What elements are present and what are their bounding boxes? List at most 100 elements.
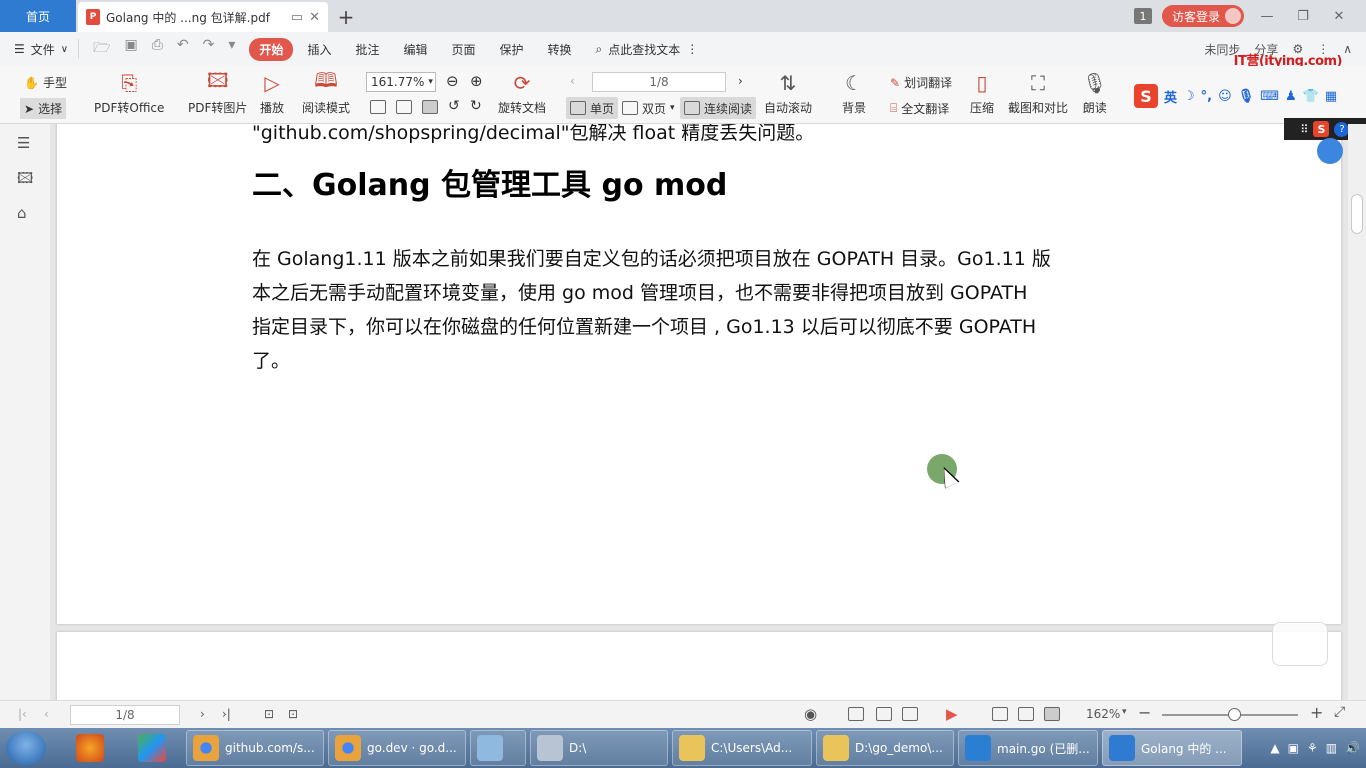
- guest-login-button[interactable]: 访客登录: [1161, 5, 1244, 27]
- zoom-out-icon[interactable]: ⊖: [446, 72, 459, 90]
- sogou-logo-icon[interactable]: S: [1134, 84, 1158, 108]
- taskbar-item[interactable]: go.dev · go.d...: [328, 730, 466, 766]
- first-page-icon[interactable]: |‹: [18, 707, 27, 721]
- tray-app-icon[interactable]: ▣: [1288, 741, 1299, 755]
- status-page-input[interactable]: 1/8: [70, 705, 180, 725]
- chevron-down-icon[interactable]: ▾: [1122, 707, 1127, 717]
- prev-page-icon[interactable]: ‹: [570, 74, 575, 88]
- tab-start[interactable]: 开始: [249, 37, 294, 61]
- next-page-icon[interactable]: ›: [738, 74, 743, 88]
- collapse-ribbon-icon[interactable]: ∧: [1343, 42, 1352, 56]
- customize-icon[interactable]: ▾: [228, 37, 235, 61]
- fit-width-icon[interactable]: [1044, 707, 1060, 724]
- zoom-in-icon[interactable]: ⊕: [470, 72, 483, 90]
- fit-page-icon[interactable]: [1018, 707, 1034, 724]
- tab-home[interactable]: 首页: [0, 0, 76, 32]
- zoom-in-icon[interactable]: +: [1310, 703, 1323, 722]
- user-icon[interactable]: ♟: [1285, 89, 1297, 104]
- pdf-to-image-button[interactable]: 🖾 PDF转图片: [188, 68, 247, 116]
- voice-icon[interactable]: 🎙: [1238, 89, 1255, 104]
- tab-protect[interactable]: 保护: [490, 38, 534, 61]
- play-button[interactable]: ▷ 播放: [260, 70, 284, 116]
- volume-icon[interactable]: 🔊: [1345, 741, 1360, 755]
- last-page-icon[interactable]: ›|: [222, 707, 231, 721]
- rotate-document-button[interactable]: ⟳ 旋转文档: [498, 70, 546, 116]
- tab-convert[interactable]: 转换: [538, 38, 582, 61]
- tab-annotate[interactable]: 批注: [345, 38, 389, 61]
- tab-edit[interactable]: 编辑: [393, 38, 437, 61]
- tab-insert[interactable]: 插入: [297, 38, 341, 61]
- compress-button[interactable]: ▯ 压缩: [970, 70, 994, 116]
- single-view-icon[interactable]: [848, 707, 864, 724]
- forward-view-icon[interactable]: ⊡: [288, 707, 298, 721]
- scrollbar-thumb[interactable]: [1351, 194, 1363, 234]
- redo-icon[interactable]: ↷: [203, 37, 215, 61]
- next-page-icon[interactable]: ›: [200, 707, 205, 721]
- restore-button[interactable]: ❐: [1290, 9, 1316, 24]
- skin-icon[interactable]: 👕: [1303, 89, 1319, 104]
- screenshot-compare-button[interactable]: ⛶ 截图和对比: [1008, 70, 1068, 116]
- fullscreen-icon[interactable]: ⤢: [1334, 704, 1345, 720]
- tab-page[interactable]: 页面: [441, 38, 485, 61]
- select-tool-button[interactable]: ➤ 选择: [20, 98, 67, 119]
- prev-page-icon[interactable]: ‹: [44, 707, 49, 721]
- keyboard-icon[interactable]: ⌨: [1260, 89, 1279, 104]
- network-icon[interactable]: ▥: [1326, 741, 1337, 755]
- save-icon[interactable]: ▣: [124, 37, 137, 61]
- pin-tab-icon[interactable]: ▭: [291, 10, 303, 25]
- window-count-badge[interactable]: 1: [1133, 8, 1152, 24]
- actual-size-icon[interactable]: [992, 707, 1008, 724]
- sogou-small-icon[interactable]: S: [1313, 121, 1330, 137]
- vertical-scrollbar[interactable]: [1348, 124, 1366, 700]
- thumbnail-icon[interactable]: 🖾: [17, 168, 33, 187]
- document-viewport[interactable]: "github.com/shopspring/decimal"包解决 float…: [50, 124, 1348, 700]
- taskbar-item[interactable]: D:\: [530, 730, 668, 766]
- continuous-read-button[interactable]: 连续阅读: [680, 97, 757, 119]
- emoji-icon[interactable]: ☺: [1218, 89, 1232, 104]
- taskbar-item[interactable]: github.com/s...: [186, 730, 324, 766]
- taskbar-item[interactable]: [470, 730, 526, 766]
- file-menu[interactable]: ☰ 文件 ∨: [14, 39, 80, 59]
- punctuation-icon[interactable]: °,: [1201, 89, 1212, 104]
- taskbar-item[interactable]: Golang 中的 ...: [1102, 730, 1242, 766]
- video-play-overlay-icon[interactable]: [1272, 622, 1328, 666]
- rotate-left-icon[interactable]: ↺: [448, 98, 460, 114]
- taskbar-item[interactable]: C:\Users\Ad...: [672, 730, 812, 766]
- undo-icon[interactable]: ↶: [177, 37, 189, 61]
- background-button[interactable]: ☾ 背景: [842, 70, 866, 116]
- pdf-to-office-button[interactable]: ⎘ PDF转Office: [94, 70, 164, 116]
- find-text-search[interactable]: ⌕ 点此查找文本 ⋮: [596, 41, 699, 58]
- tray-app-icon[interactable]: ⚘: [1307, 741, 1318, 755]
- auto-scroll-button[interactable]: ⇅ 自动滚动: [764, 70, 812, 116]
- page-number-input[interactable]: 1/8: [592, 72, 726, 92]
- single-page-button[interactable]: 单页: [566, 97, 619, 119]
- drag-handle-icon[interactable]: ⠿: [1300, 123, 1308, 136]
- tray-expand-icon[interactable]: ▲: [1270, 741, 1279, 755]
- firefox-icon[interactable]: [76, 734, 104, 762]
- close-window-button[interactable]: ✕: [1326, 9, 1352, 24]
- rotate-right-icon[interactable]: ↻: [470, 98, 482, 114]
- eye-protect-icon[interactable]: ◉: [804, 705, 817, 723]
- read-mode-button[interactable]: 🕮 阅读模式: [302, 68, 350, 116]
- start-button[interactable]: [6, 731, 46, 765]
- read-aloud-button[interactable]: 🎙 朗读: [1082, 70, 1107, 116]
- taskbar-item[interactable]: main.go (已删...: [958, 730, 1098, 766]
- print-icon[interactable]: ⎙: [152, 37, 163, 61]
- floating-tool-icon[interactable]: [1317, 138, 1343, 164]
- actual-size-icon[interactable]: [370, 100, 386, 114]
- minimize-button[interactable]: —: [1254, 9, 1280, 24]
- more-icon[interactable]: ⋮: [686, 42, 698, 56]
- close-tab-icon[interactable]: ✕: [309, 10, 320, 25]
- fit-page-icon[interactable]: [396, 100, 412, 114]
- tab-document[interactable]: P Golang 中的 ...ng 包详解.pdf ▭ ✕: [78, 2, 328, 32]
- book-view-icon[interactable]: [902, 707, 918, 724]
- new-tab-button[interactable]: +: [328, 2, 364, 32]
- status-zoom-value[interactable]: 162%: [1086, 707, 1120, 721]
- open-folder-icon[interactable]: 🗁: [93, 37, 110, 61]
- zoom-input[interactable]: 161.77% ▾: [366, 72, 436, 92]
- word-translate-button[interactable]: ✎ 划词翻译: [890, 74, 952, 91]
- fit-width-icon[interactable]: [422, 100, 438, 114]
- moon-icon[interactable]: ☽: [1183, 89, 1195, 104]
- full-translate-button[interactable]: ⌸ 全文翻译: [890, 100, 949, 117]
- page-view-icon[interactable]: [876, 707, 892, 724]
